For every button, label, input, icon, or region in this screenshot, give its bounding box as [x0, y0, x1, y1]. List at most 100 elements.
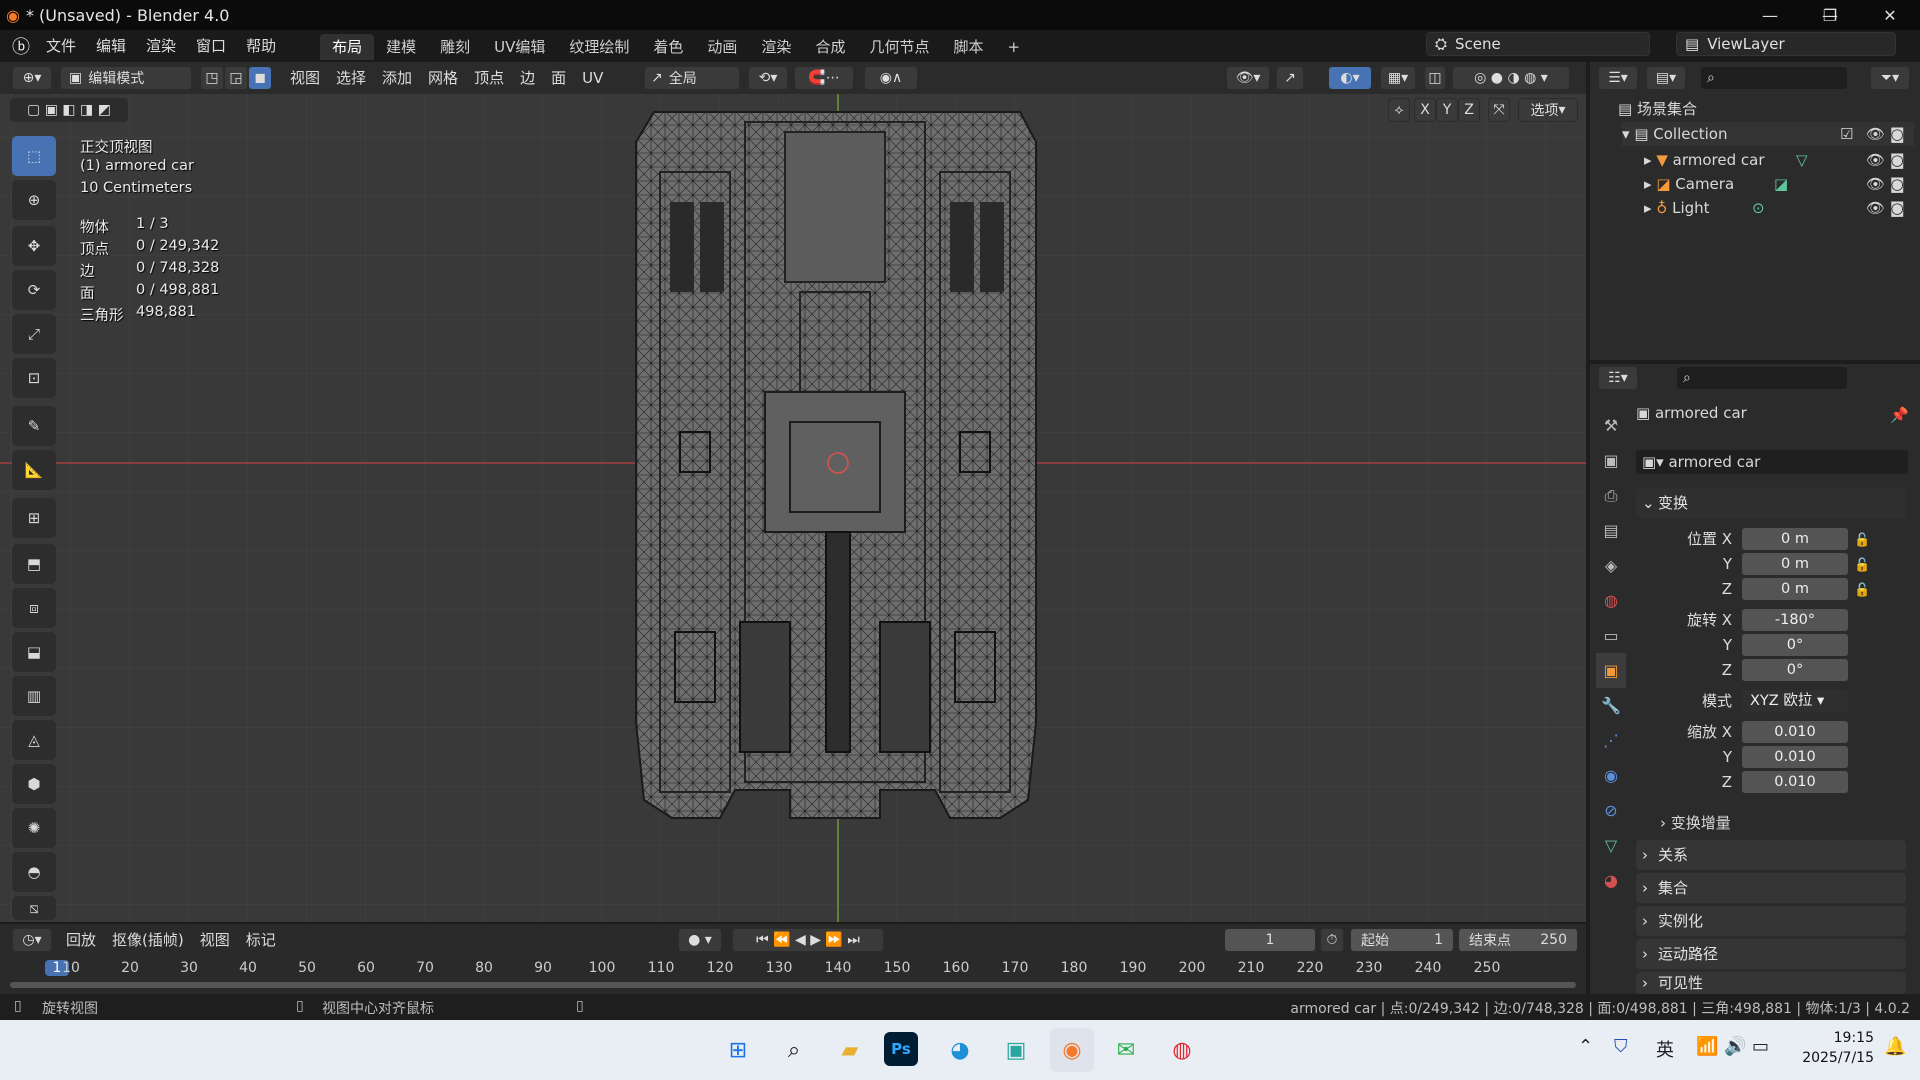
visibility-section[interactable]: › 可见性	[1636, 972, 1906, 994]
scale-x-field[interactable]: 0.010	[1742, 721, 1848, 743]
mode-selector[interactable]: ▣ 编辑模式	[60, 66, 192, 90]
menu-edit[interactable]: 编辑	[86, 30, 136, 62]
use-preview-range-icon[interactable]: ⏱	[1320, 928, 1344, 952]
camera-render-icon[interactable]: ◙	[1890, 196, 1905, 220]
menu-edge[interactable]: 边	[512, 62, 543, 94]
rotation-y-field[interactable]: 0°	[1742, 634, 1848, 656]
menu-vertex[interactable]: 顶点	[466, 62, 512, 94]
expand-icon[interactable]: ▸	[1644, 199, 1652, 217]
location-z-field[interactable]: 0 m	[1742, 578, 1848, 600]
scale-tool[interactable]: ⤢	[12, 314, 56, 354]
extrude-tool[interactable]: ⬒	[12, 544, 56, 584]
properties-editor-type[interactable]: ☷▾	[1598, 366, 1638, 390]
tab-sculpting[interactable]: 雕刻	[428, 34, 482, 60]
minimize-button-2[interactable]: —	[1740, 0, 1800, 30]
collections-section[interactable]: › 集合	[1636, 873, 1906, 903]
transform-orientation[interactable]: ↗ 全局	[644, 66, 740, 90]
armored-car-mesh[interactable]	[635, 111, 1037, 819]
selection-mode-buttons[interactable]: ▢ ▣ ◧ ◨ ◩	[10, 98, 128, 122]
expand-icon[interactable]: ▸	[1644, 151, 1652, 169]
bevel-tool[interactable]: ⬓	[12, 632, 56, 672]
axis-x-toggle[interactable]: X	[1414, 98, 1436, 122]
cursor-tool[interactable]: ⊕	[12, 180, 56, 220]
pin-icon[interactable]: 📌	[1890, 406, 1909, 424]
inset-tool[interactable]: ⧈	[12, 588, 56, 628]
vertex-select-button[interactable]: ◳	[200, 66, 224, 90]
shading-modes[interactable]: ◎ ● ◑ ◍ ▾	[1452, 66, 1570, 90]
start-frame-field[interactable]: 起始 1	[1350, 928, 1454, 952]
wifi-icon[interactable]: 📶	[1696, 1036, 1718, 1057]
editor-type-button[interactable]: ⊕▾	[12, 66, 52, 90]
lock-icon[interactable]: 🔓	[1854, 578, 1870, 603]
add-workspace-button[interactable]: +	[995, 34, 1032, 60]
delta-transform-subpanel[interactable]: › 变换增量	[1660, 812, 1731, 833]
camera-render-icon[interactable]: ◙	[1890, 148, 1905, 172]
auto-merge-icon[interactable]: ⤧	[1488, 98, 1510, 122]
relations-section[interactable]: › 关系	[1636, 840, 1906, 870]
end-frame-field[interactable]: 结束点 250	[1458, 928, 1578, 952]
menu-face[interactable]: 面	[543, 62, 574, 94]
transform-section-header[interactable]: ⌄ 变换	[1636, 488, 1906, 518]
transform-tool[interactable]: ⊡	[12, 358, 56, 398]
start-menu-icon[interactable]: ⊞	[716, 1028, 760, 1072]
tab-uv-editing[interactable]: UV编辑	[482, 34, 557, 60]
tab-geometry-nodes[interactable]: 几何节点	[857, 34, 941, 60]
tool-tab-icon[interactable]: ⚒	[1596, 408, 1626, 443]
annotate-tool[interactable]: ✎	[12, 406, 56, 446]
clock-date[interactable]: 2025/7/15	[1788, 1050, 1874, 1066]
instancing-section[interactable]: › 实例化	[1636, 906, 1906, 936]
add-cube-tool[interactable]: ⊞	[12, 498, 56, 538]
maximize-button[interactable]: ❐	[1800, 0, 1860, 30]
menu-file[interactable]: 文件	[36, 30, 86, 62]
properties-search[interactable]: ⌕	[1676, 366, 1848, 390]
menu-select[interactable]: 选择	[328, 62, 374, 94]
wechat-icon[interactable]: ✉	[1104, 1028, 1148, 1072]
rotation-x-field[interactable]: -180°	[1742, 609, 1848, 631]
select-box-tool[interactable]: ⬚	[12, 136, 56, 176]
camera-render-icon[interactable]: ◙	[1890, 172, 1905, 196]
measure-tool[interactable]: 📐	[12, 450, 56, 490]
menu-help[interactable]: 帮助	[236, 30, 286, 62]
tab-modeling[interactable]: 建模	[374, 34, 428, 60]
rotation-mode-dropdown[interactable]: XYZ 欧拉 ▾	[1742, 690, 1848, 712]
tab-scripting[interactable]: 脚本	[941, 34, 995, 60]
output-tab-icon[interactable]: ⎙	[1596, 478, 1626, 513]
menu-keying[interactable]: 抠像(插帧)	[104, 924, 192, 956]
menu-view[interactable]: 视图	[282, 62, 328, 94]
outliner-item-light[interactable]: ▸ ♁ Light ⊙ 👁 ◙	[1644, 196, 1914, 220]
loop-cut-tool[interactable]: ▥	[12, 676, 56, 716]
tab-rendering[interactable]: 渲染	[749, 34, 803, 60]
battery-icon[interactable]: ▭	[1752, 1036, 1769, 1057]
spin-tool[interactable]: ✺	[12, 808, 56, 848]
blender-menu-icon[interactable]: ⓑ	[12, 33, 30, 59]
edge-browser-icon[interactable]: ◕	[938, 1028, 982, 1072]
proportional-edit-button[interactable]: ◉∧	[864, 66, 918, 90]
knife-tool[interactable]: ◬	[12, 720, 56, 760]
poly-build-tool[interactable]: ⬢	[12, 764, 56, 804]
data-tab-icon[interactable]: ▽	[1596, 828, 1626, 863]
input-language[interactable]: 英	[1656, 1036, 1674, 1062]
menu-render[interactable]: 渲染	[136, 30, 186, 62]
timeline-scrollbar[interactable]	[10, 982, 1576, 988]
motion-paths-section[interactable]: › 运动路径	[1636, 939, 1906, 969]
tray-expand-icon[interactable]: ⌃	[1578, 1036, 1593, 1057]
snap-button[interactable]: 🧲⋯	[794, 66, 854, 90]
collection-row[interactable]: ▾ ▤ Collection ☑ 👁 ◙	[1622, 122, 1914, 146]
toggle-xray-icon[interactable]: ◫	[1424, 66, 1446, 90]
xray-button[interactable]: ▦▾	[1380, 66, 1416, 90]
move-tool[interactable]: ✥	[12, 226, 56, 266]
shear-tool[interactable]: ⧅	[12, 896, 56, 920]
menu-playback[interactable]: 回放	[58, 924, 104, 956]
face-select-button[interactable]: ◼	[248, 66, 272, 90]
outliner-search[interactable]: ⌕	[1700, 66, 1848, 90]
filter-button[interactable]: ⏷▾	[1870, 66, 1910, 90]
smooth-tool[interactable]: ◓	[12, 852, 56, 892]
photoshop-icon[interactable]: Ps	[884, 1032, 918, 1066]
options-dropdown[interactable]: 选项 ▾	[1518, 98, 1578, 122]
constraints-tab-icon[interactable]: ⊘	[1596, 793, 1626, 828]
lock-icon[interactable]: 🔓	[1854, 528, 1870, 553]
pivot-button[interactable]: ⟲▾	[748, 66, 788, 90]
rotation-z-field[interactable]: 0°	[1742, 659, 1848, 681]
material-tab-icon[interactable]: ◕	[1596, 863, 1626, 898]
expand-icon[interactable]: ▾	[1622, 125, 1630, 143]
